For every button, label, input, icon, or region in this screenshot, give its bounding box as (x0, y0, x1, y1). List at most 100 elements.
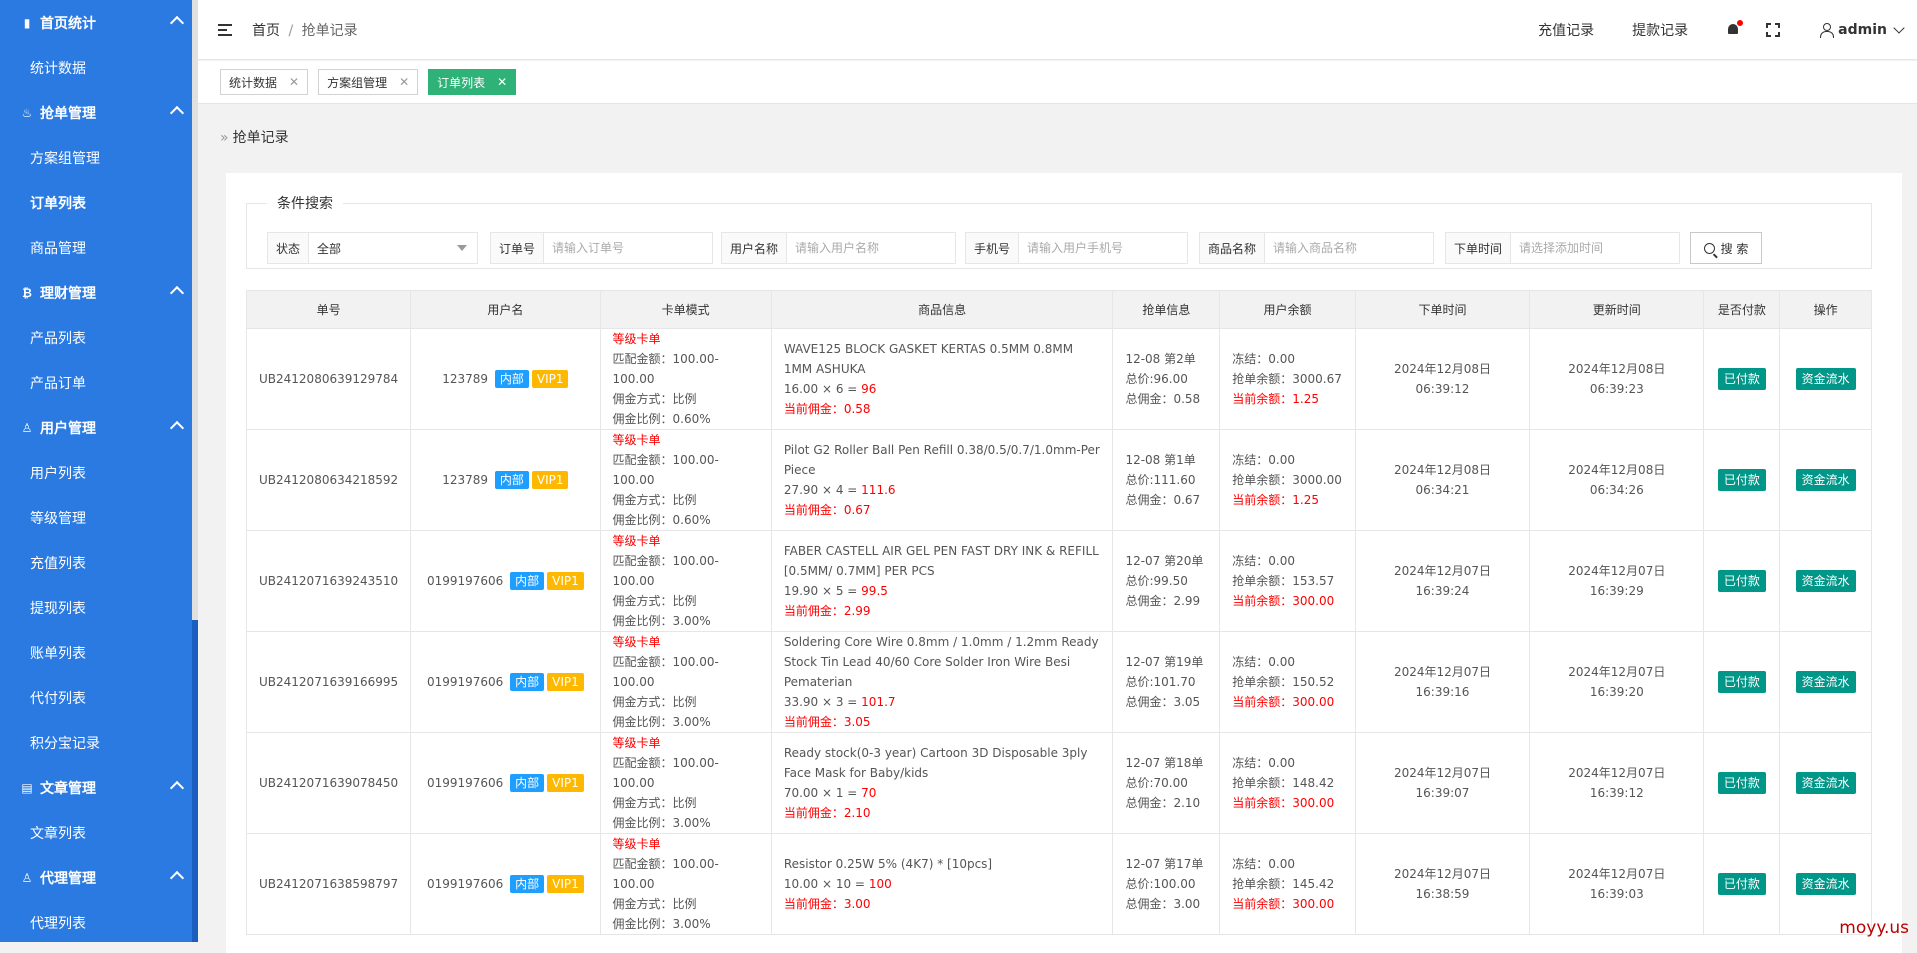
sidebar-item[interactable]: 代付列表 (0, 675, 198, 720)
chevron-down-icon (1893, 22, 1904, 33)
recharge-records-link[interactable]: 充值记录 (1538, 20, 1594, 40)
user-cell: 0199197606 内部VIP1 (411, 834, 600, 935)
document-icon: ▤ (20, 781, 34, 795)
commission-type: 佣金方式：比例 (613, 493, 697, 507)
search-button[interactable]: 搜 索 (1690, 232, 1762, 264)
action-cell: 资金流水 (1780, 531, 1872, 632)
commission-type: 佣金方式：比例 (613, 594, 697, 608)
menu-toggle-icon[interactable] (218, 24, 232, 36)
sidebar-item[interactable]: 产品订单 (0, 360, 198, 405)
username-input[interactable] (787, 233, 955, 263)
grab-commission: 总佣金：0.67 (1125, 493, 1200, 507)
sidebar-item[interactable]: 积分宝记录 (0, 720, 198, 765)
product-name: FABER CASTELL AIR GEL PEN FAST DRY INK &… (784, 544, 1099, 578)
tab-item[interactable]: 统计数据✕ (220, 69, 308, 95)
sidebar-group-5[interactable]: ♙代理管理 (0, 855, 198, 900)
sidebar-item[interactable]: 商品管理 (0, 225, 198, 270)
column-header: 操作 (1780, 291, 1872, 329)
fire-icon: ♨ (20, 106, 34, 120)
sidebar-item[interactable]: 文章列表 (0, 810, 198, 855)
page-tabs: 统计数据✕ 方案组管理✕ 订单列表✕ (198, 61, 1917, 104)
notification-bell-icon[interactable] (1726, 23, 1740, 37)
paid-status-button[interactable]: 已付款 (1718, 873, 1766, 895)
order-number-input[interactable] (544, 233, 712, 263)
product-name-input[interactable] (1265, 233, 1433, 263)
paid-status-button[interactable]: 已付款 (1718, 368, 1766, 390)
sidebar-item[interactable]: 提现列表 (0, 585, 198, 630)
paid-cell: 已付款 (1704, 632, 1780, 733)
tab-item[interactable]: 方案组管理✕ (318, 69, 418, 95)
sidebar-item[interactable]: 账单列表 (0, 630, 198, 675)
fund-flow-button[interactable]: 资金流水 (1796, 368, 1856, 390)
sidebar-item[interactable]: 统计数据 (0, 45, 198, 90)
card-mode-cell: 等级卡单匹配金额：100.00-100.00佣金方式：比例佣金比例：3.00% (600, 632, 771, 733)
fund-flow-button[interactable]: 资金流水 (1796, 772, 1856, 794)
sidebar-item[interactable]: 充值列表 (0, 540, 198, 585)
fund-flow-button[interactable]: 资金流水 (1796, 570, 1856, 592)
paid-status-button[interactable]: 已付款 (1718, 570, 1766, 592)
current-balance-label: 当前余额： (1232, 695, 1292, 709)
sidebar-group-1[interactable]: ♨抢单管理 (0, 90, 198, 135)
status-select[interactable]: 全部 (309, 233, 477, 263)
grab-date: 12-08 第1单 (1125, 453, 1195, 467)
action-cell: 资金流水 (1780, 430, 1872, 531)
phone-input[interactable] (1019, 233, 1187, 263)
sidebar-item[interactable]: 订单列表 (0, 180, 198, 225)
card-mode-cell: 等级卡单匹配金额：100.00-100.00佣金方式：比例佣金比例：3.00% (600, 531, 771, 632)
sidebar-item[interactable]: 等级管理 (0, 495, 198, 540)
sidebar-item[interactable]: 产品列表 (0, 315, 198, 360)
sidebar-group-2[interactable]: ₿理财管理 (0, 270, 198, 315)
match-amount: 匹配金额：100.00-100.00 (613, 655, 719, 689)
status-select-value: 全部 (317, 240, 341, 257)
sidebar-group-3[interactable]: ♙用户管理 (0, 405, 198, 450)
internal-badge: 内部 (495, 471, 529, 489)
order-time-input[interactable] (1511, 233, 1679, 263)
grab-total: 总价:111.60 (1125, 473, 1195, 487)
product-info-cell: Pilot G2 Roller Ball Pen Refill 0.38/0.5… (771, 430, 1113, 531)
bitcoin-icon: ₿ (20, 286, 34, 300)
breadcrumb-home[interactable]: 首页 (252, 23, 280, 39)
order-id-cell: UB2412071638598797 (247, 834, 411, 935)
withdraw-records-link[interactable]: 提款记录 (1632, 20, 1688, 40)
paid-status-button[interactable]: 已付款 (1718, 772, 1766, 794)
grab-info-cell: 12-07 第20单总价:99.50总佣金：2.99 (1113, 531, 1220, 632)
tab-item[interactable]: 订单列表✕ (428, 69, 516, 95)
paid-status-button[interactable]: 已付款 (1718, 671, 1766, 693)
fullscreen-icon[interactable] (1766, 23, 1780, 37)
column-header: 下单时间 (1355, 291, 1529, 329)
price-calc: 16.00 × 6 = (784, 382, 861, 396)
vip-badge: VIP1 (547, 572, 584, 590)
sidebar-item[interactable]: 用户列表 (0, 450, 198, 495)
close-icon[interactable]: ✕ (399, 75, 409, 89)
sidebar-item[interactable]: 方案组管理 (0, 135, 198, 180)
close-icon[interactable]: ✕ (289, 75, 299, 89)
update-time-cell: 2024年12月07日 16:39:12 (1530, 733, 1704, 834)
order-id-cell: UB2412080639129784 (247, 329, 411, 430)
balance-cell: 冻结：0.00抢单余额：150.52当前余额：300.00 (1220, 632, 1356, 733)
update-time-cell: 2024年12月07日 16:39:03 (1530, 834, 1704, 935)
card-mode-cell: 等级卡单匹配金额：100.00-100.00佣金方式：比例佣金比例：3.00% (600, 834, 771, 935)
grab-balance: 抢单余额：3000.67 (1232, 372, 1342, 386)
status-filter[interactable]: 状态 全部 (267, 232, 478, 264)
fund-flow-button[interactable]: 资金流水 (1796, 671, 1856, 693)
user-menu[interactable]: admin (1820, 22, 1903, 38)
paid-status-button[interactable]: 已付款 (1718, 469, 1766, 491)
sidebar-group-4[interactable]: ▤文章管理 (0, 765, 198, 810)
price-total: 70 (861, 786, 876, 800)
user-cell: 123789 内部VIP1 (411, 329, 600, 430)
current-commission-label: 当前佣金： (784, 715, 844, 729)
current-commission-label: 当前佣金： (784, 503, 844, 517)
grab-balance: 抢单余额：148.42 (1232, 776, 1334, 790)
internal-badge: 内部 (510, 673, 544, 691)
fund-flow-button[interactable]: 资金流水 (1796, 873, 1856, 895)
sidebar-group-0[interactable]: ▮首页统计 (0, 0, 198, 45)
product-name: WAVE125 BLOCK GASKET KERTAS 0.5MM 0.8MM … (784, 342, 1073, 376)
paid-cell: 已付款 (1704, 531, 1780, 632)
user-name: 0199197606 (427, 776, 503, 790)
current-commission: 3.05 (844, 715, 871, 729)
sidebar-item[interactable]: 代理列表 (0, 900, 198, 942)
fund-flow-button[interactable]: 资金流水 (1796, 469, 1856, 491)
order-time: 2024年12月08日 06:39:12 (1394, 362, 1491, 396)
close-icon[interactable]: ✕ (497, 75, 507, 89)
commission-rate: 佣金比例：0.60% (613, 513, 711, 527)
